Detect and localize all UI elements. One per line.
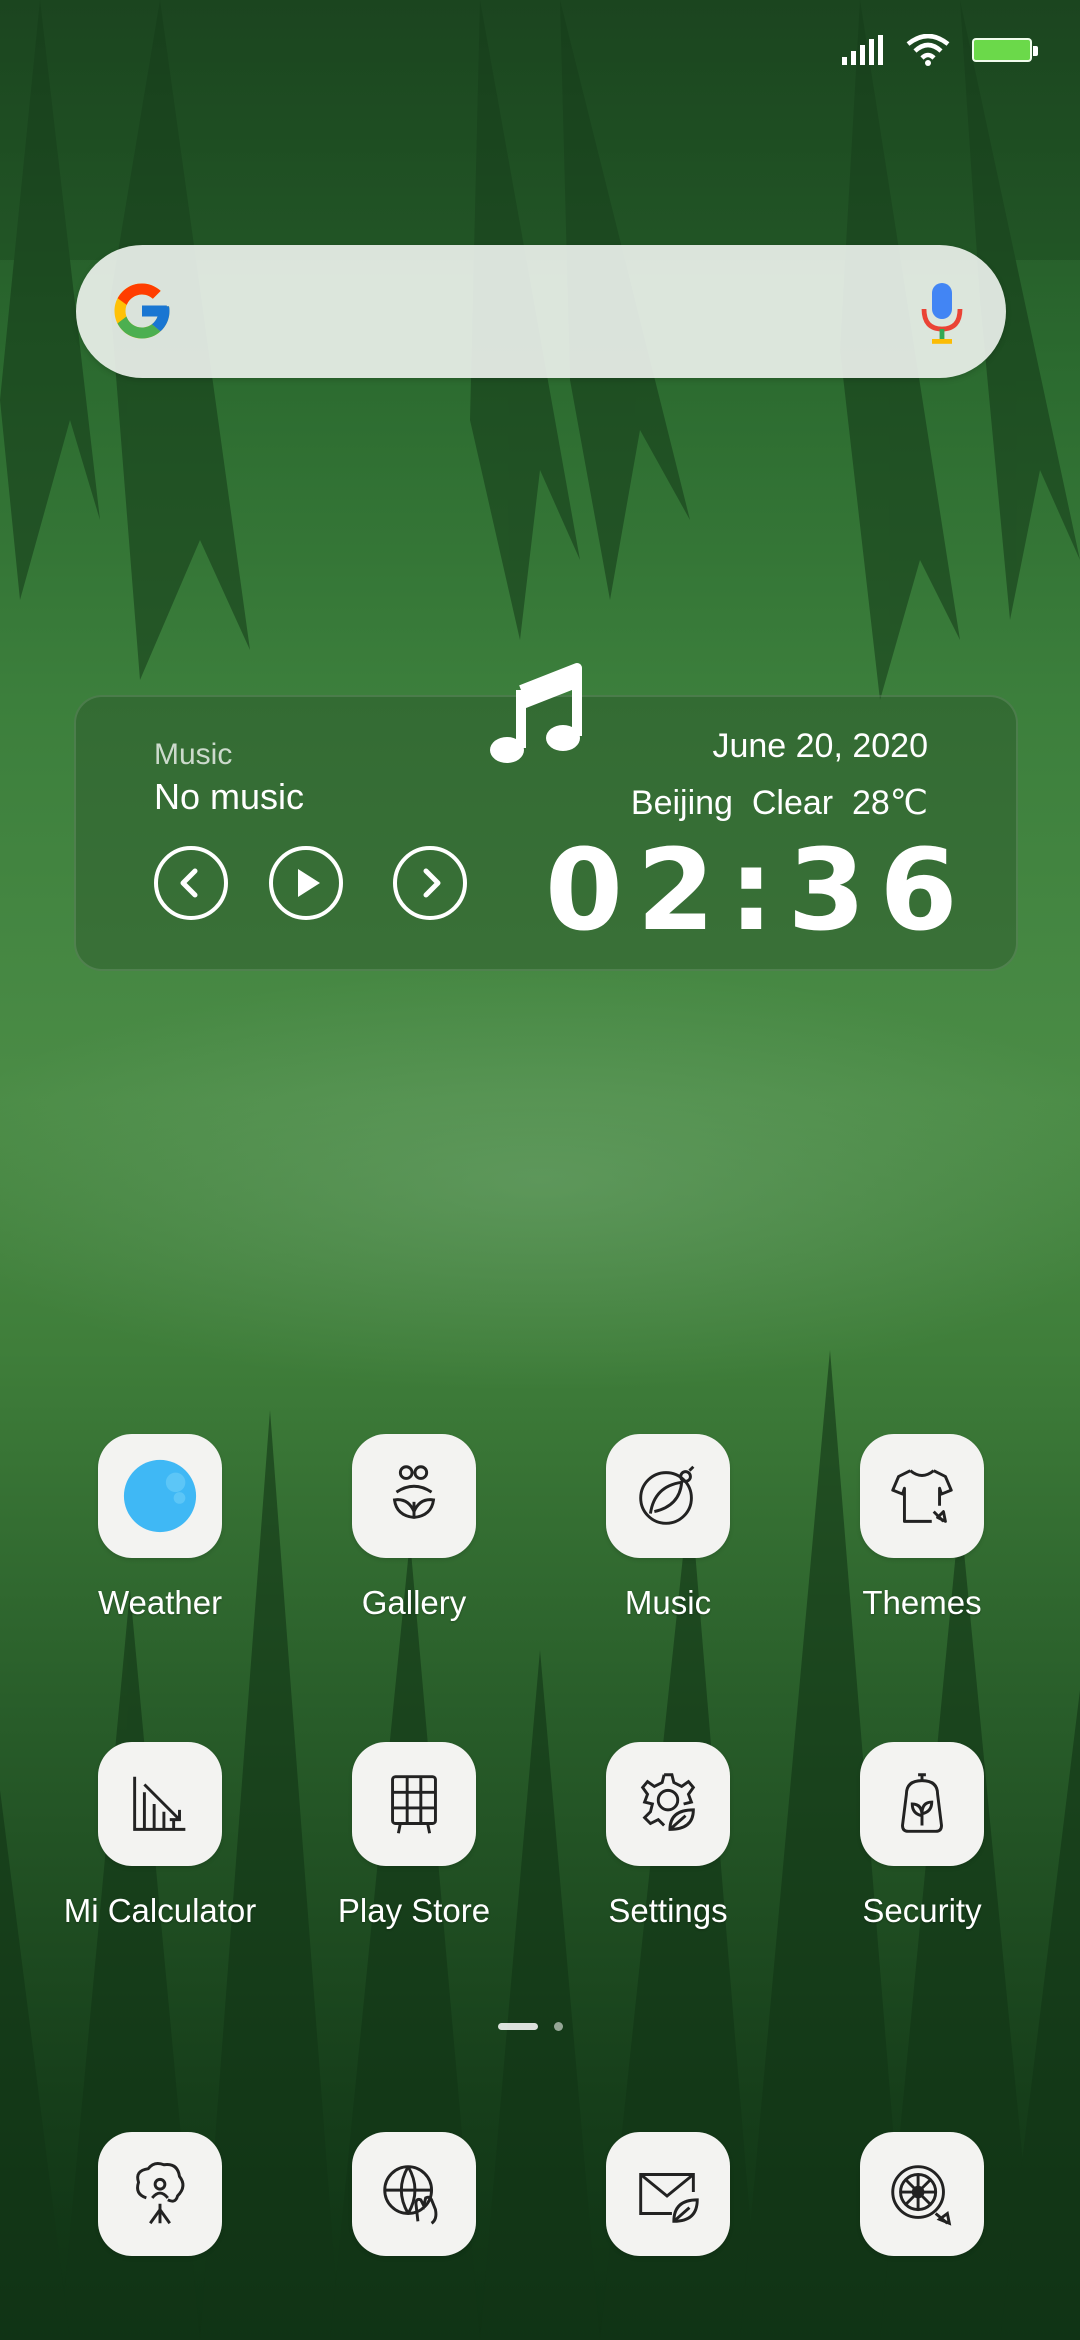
google-g-icon [114,283,170,339]
signal-icon [842,35,883,65]
app-gallery[interactable]: Gallery [294,1434,534,1622]
google-search-bar[interactable] [76,245,1006,378]
gallery-icon [392,1465,436,1519]
dock-app-2[interactable] [294,2132,534,2256]
app-play-store[interactable]: Play Store [294,1742,534,1930]
app-label-music: Music [624,1584,712,1621]
status-bar [842,30,1038,70]
basket-icon [391,1775,437,1834]
widget-clock: 02:36 [545,826,972,956]
app-security[interactable]: Security [802,1742,1042,1930]
page-dot-active [498,2023,538,2030]
app-music[interactable]: Music [548,1434,788,1622]
app-label-weather: Weather [97,1584,223,1621]
previous-icon [180,868,198,898]
play-button[interactable] [269,846,343,920]
widget-weather: Beijing Clear 28℃ [630,784,928,822]
calculator-icon [133,1776,186,1831]
app-label-play-store: Play Store [337,1892,491,1929]
gear-leaf-icon [640,1773,696,1831]
app-weather[interactable]: Weather [40,1434,280,1622]
music-note-icon [490,663,582,763]
dock-app-1[interactable] [40,2132,280,2256]
app-label-security: Security [862,1892,982,1929]
security-jar-icon [901,1773,943,1833]
weather-icon [123,1459,197,1533]
wifi-icon [906,34,950,66]
app-settings[interactable]: Settings [548,1742,788,1930]
app-label-themes: Themes [862,1584,982,1621]
music-app-icon [639,1465,695,1525]
dock-app-4[interactable] [802,2132,1042,2256]
app-mi-calculator[interactable]: Mi Calculator [40,1742,280,1930]
previous-button[interactable] [154,846,228,920]
next-icon [423,868,441,898]
battery-icon [972,38,1038,62]
page-dot [554,2022,563,2031]
next-button[interactable] [393,846,467,920]
page-indicator [498,2022,563,2031]
envelope-leaf-icon [639,2173,699,2223]
app-label-gallery: Gallery [361,1584,467,1621]
app-label-settings: Settings [608,1892,728,1929]
song-title: No music [154,776,305,817]
microphone-icon[interactable] [918,281,966,345]
play-icon [298,869,320,897]
music-label: Music [154,738,233,771]
tree-person-icon [136,2162,185,2225]
app-label-mi-calculator: Mi Calculator [63,1892,257,1929]
app-themes[interactable]: Themes [802,1434,1042,1622]
globe-hand-icon [383,2165,438,2225]
tshirt-icon [891,1469,953,1523]
dock-app-3[interactable] [548,2132,788,2256]
widget-date: June 20, 2020 [712,727,928,765]
wheel-icon [891,2165,952,2226]
